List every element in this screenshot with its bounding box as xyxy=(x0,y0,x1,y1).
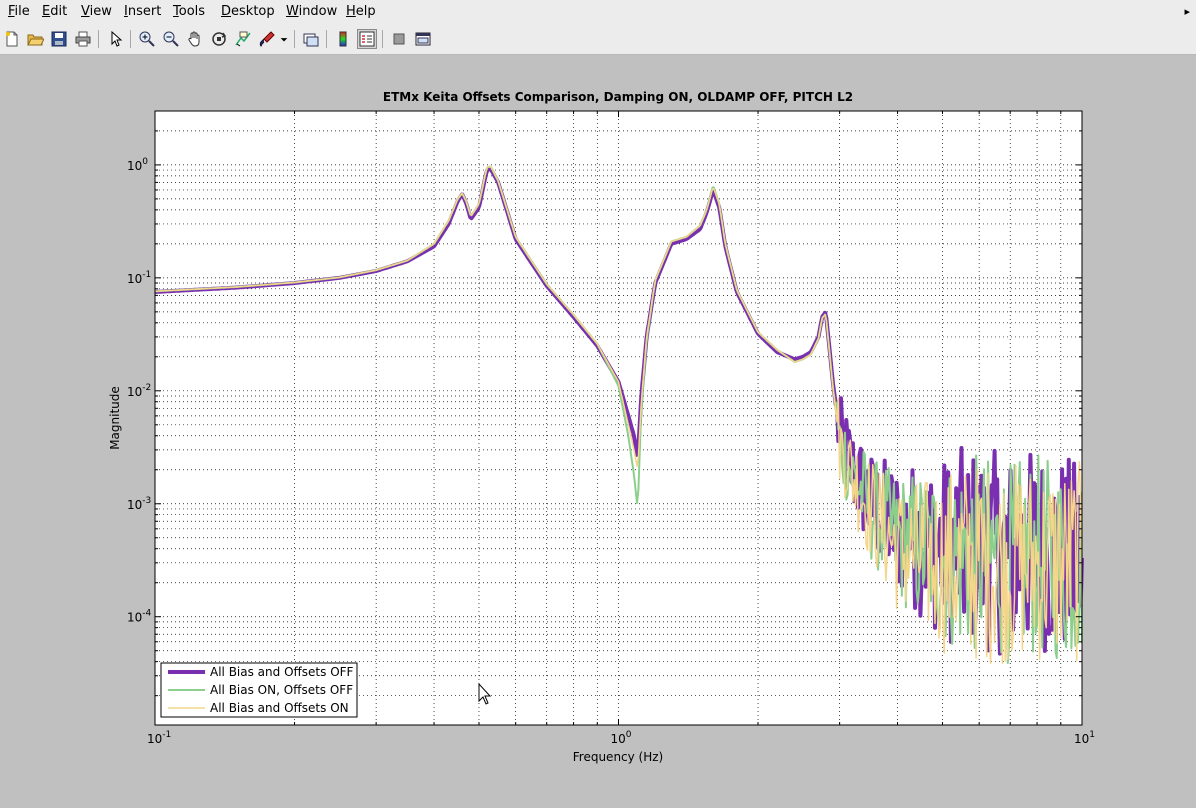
data-cursor-icon[interactable] xyxy=(233,29,253,49)
rotate-3d-icon[interactable] xyxy=(209,29,229,49)
menu-desktop[interactable]: Desktop xyxy=(221,4,275,19)
y-axis-label: Magnitude xyxy=(108,386,122,450)
colorbar-icon[interactable] xyxy=(333,29,353,49)
toolbar-separator xyxy=(98,30,99,48)
x-tick-label: 10-1 xyxy=(147,730,171,746)
y-tick-label: 10-4 xyxy=(127,609,152,625)
hide-plot-tools-icon[interactable] xyxy=(389,29,409,49)
toolbar-separator xyxy=(326,30,327,48)
legend-icon[interactable] xyxy=(357,29,377,49)
x-tick-label: 100 xyxy=(611,730,632,746)
menu-view[interactable]: View xyxy=(81,4,112,19)
link-plot-icon[interactable] xyxy=(301,29,321,49)
legend-label-series1: All Bias and Offsets OFF xyxy=(210,665,354,679)
dropdown-arrow-icon[interactable] xyxy=(278,29,290,49)
x-axis-label: Frequency (Hz) xyxy=(573,750,664,764)
toolbar-separator xyxy=(130,30,131,48)
figure-canvas: 10-1 100 101 10-4 10-3 10-2 10-1 100 ETMx Keita… xyxy=(0,55,1196,808)
pointer-icon[interactable] xyxy=(106,29,126,49)
toolbar-separator xyxy=(382,30,383,48)
menu-window[interactable]: Window xyxy=(286,4,337,19)
zoom-out-icon[interactable] xyxy=(161,29,181,49)
legend-label-series3: All Bias and Offsets ON xyxy=(210,701,349,715)
menu-insert[interactable]: Insert xyxy=(124,4,161,19)
x-tick-label: 101 xyxy=(1074,730,1095,746)
menu-help[interactable]: Help xyxy=(346,4,376,19)
pan-hand-icon[interactable] xyxy=(185,29,205,49)
legend[interactable]: All Bias and Offsets OFF All Bias ON, Of… xyxy=(160,662,358,718)
menubar-arrow-icon[interactable]: ▸ xyxy=(1184,5,1190,18)
show-plot-tools-icon[interactable] xyxy=(413,29,433,49)
new-figure-icon[interactable] xyxy=(2,29,22,49)
toolbar-separator xyxy=(294,30,295,48)
y-tick-label: 10-3 xyxy=(127,496,151,512)
figure-toolbar xyxy=(0,24,1196,55)
menu-edit[interactable]: Edit xyxy=(42,4,67,19)
y-tick-label: 10-1 xyxy=(127,270,151,286)
legend-label-series2: All Bias ON, Offsets OFF xyxy=(210,683,353,697)
open-file-icon[interactable] xyxy=(25,29,45,49)
brush-icon[interactable] xyxy=(257,29,277,49)
y-tick-label: 100 xyxy=(127,157,148,173)
menu-tools[interactable]: Tools xyxy=(173,4,205,19)
menu-bar: File Edit View Insert Tools Desktop Wind… xyxy=(0,0,1196,24)
chart-title: ETMx Keita Offsets Comparison, Damping O… xyxy=(383,90,853,104)
y-tick-label: 10-2 xyxy=(127,383,151,399)
save-icon[interactable] xyxy=(49,29,69,49)
menu-file[interactable]: File xyxy=(8,4,30,19)
zoom-in-icon[interactable] xyxy=(137,29,157,49)
print-icon[interactable] xyxy=(73,29,93,49)
magnitude-plot[interactable]: 10-1 100 101 10-4 10-3 10-2 10-1 100 ETMx Keita… xyxy=(0,55,1196,808)
